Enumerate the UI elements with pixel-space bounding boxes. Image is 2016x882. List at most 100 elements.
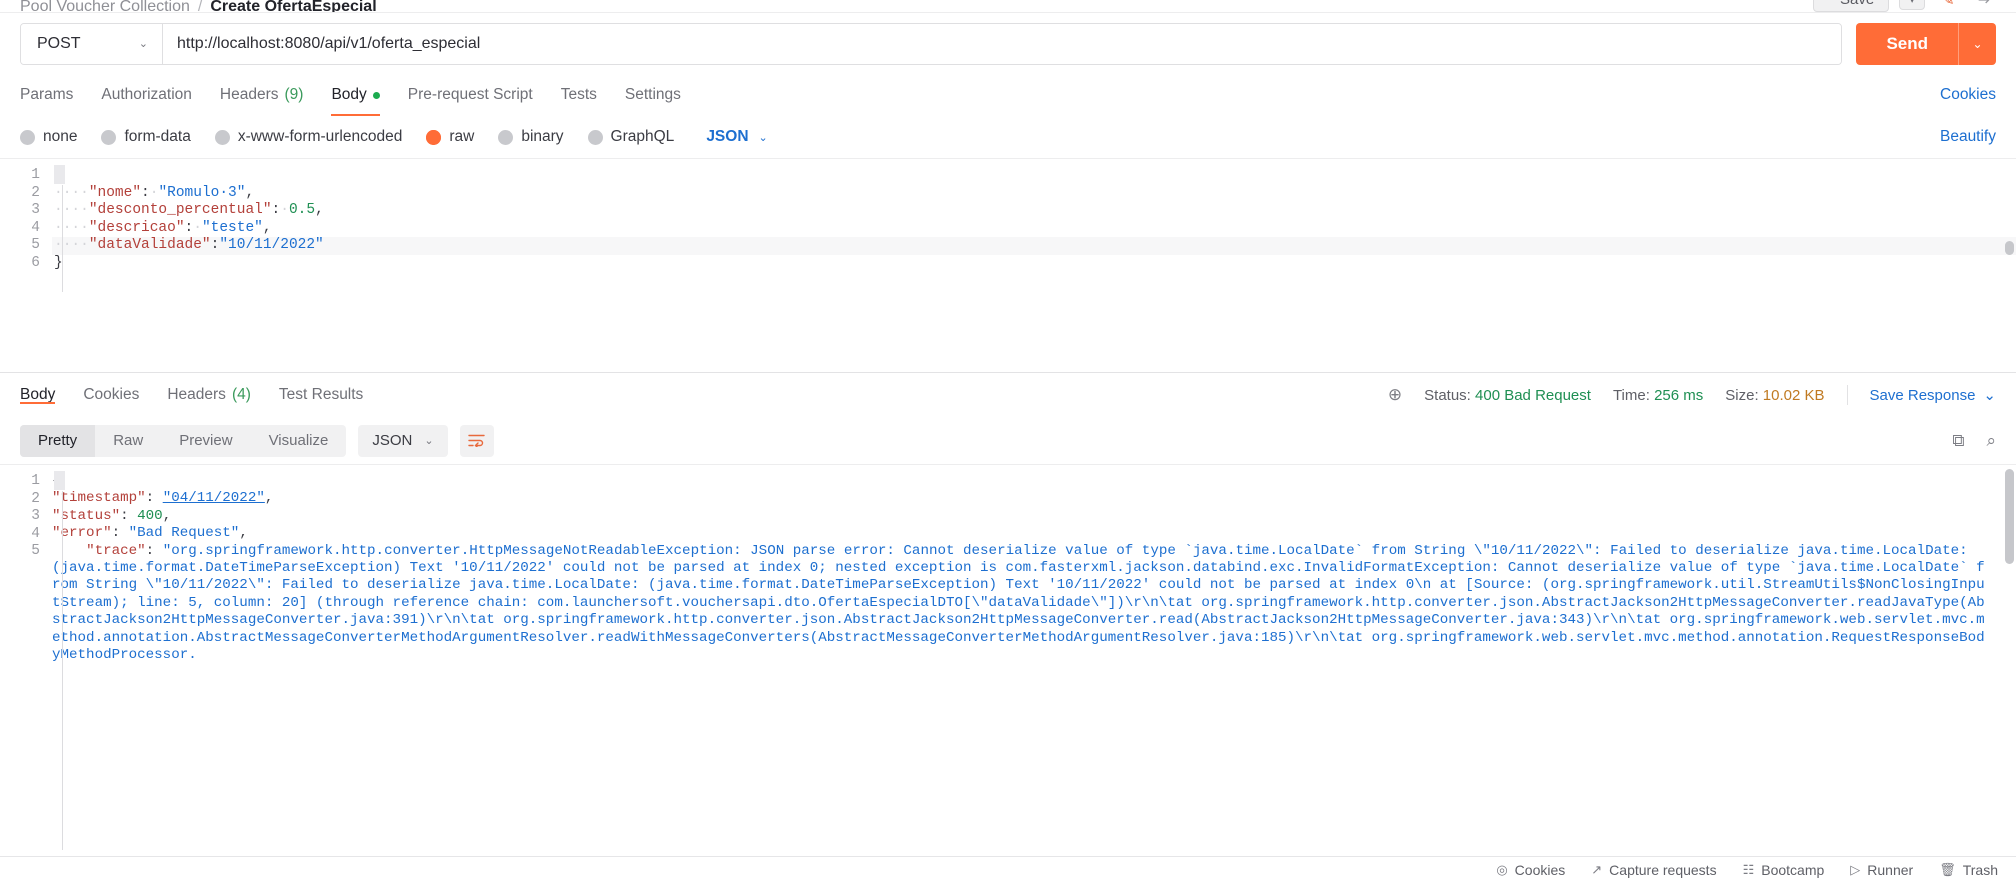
footer-trash[interactable]: 🗑 Trash [1939,862,1998,878]
request-editor-code[interactable]: {····"nome":·"Romulo·3",····"desconto_pe… [52,159,2016,372]
save-options-caret-icon[interactable]: ▾ [1899,0,1926,10]
code-token: "descricao" [88,219,185,236]
code-token: "Romulo·3" [158,184,246,201]
request-cookies-link[interactable]: Cookies [1940,74,1996,116]
code-token: 400 [137,507,163,524]
chevron-down-icon: ⌄ [758,131,768,144]
footer-bootcamp[interactable]: ☷ Bootcamp [1743,862,1825,878]
code-token: : [120,507,138,524]
footer-runner-label: Runner [1867,861,1914,878]
chevron-down-icon: ⌄ [424,435,434,447]
response-tab-cookies[interactable]: Cookies [69,386,153,404]
footer-capture-requests[interactable]: ↗ Capture requests [1591,862,1716,878]
save-response-button[interactable]: Save Response ⌄ [1869,386,1996,405]
size-stat: Size: 10.02 KB [1725,387,1824,404]
response-tab-test-results[interactable]: Test Results [265,386,377,404]
response-gutter: 12345 [0,465,52,856]
response-view-pretty[interactable]: Pretty [20,424,96,457]
response-format-select[interactable]: JSON ⌄ [358,424,448,457]
code-token: ···· [54,184,89,201]
beautify-button[interactable]: Beautify [1940,128,1996,146]
code-token: , [162,507,172,524]
code-token: "org.springframework.http.converter.Http… [52,542,1985,664]
tab-pre-request-script[interactable]: Pre-request Script [394,74,547,116]
footer-runner[interactable]: ▷ Runner [1850,862,1913,878]
response-view-preview[interactable]: Preview [161,425,250,457]
request-url-input[interactable] [163,23,1842,64]
share-icon[interactable]: ↪ [1971,0,1996,12]
tab-params[interactable]: Params [20,74,87,116]
time-value: 256 ms [1654,386,1704,404]
body-type-urlencoded[interactable]: x-www-form-urlencoded [214,128,403,146]
response-scrollbar[interactable] [2005,469,2014,564]
tab-body[interactable]: Body [317,74,393,116]
tab-authorization[interactable]: Authorization [87,74,205,116]
body-type-none[interactable]: none [20,128,77,146]
footer-cookies[interactable]: ◎ Cookies [1496,862,1565,878]
breadcrumb-current-request: Create OfertaEspecial [210,0,377,12]
http-method-select[interactable]: POST ⌄ [21,23,163,64]
size-label: Size: [1725,386,1759,404]
wrap-lines-icon [468,434,485,447]
request-body-editor[interactable]: 123456 {····"nome":·"Romulo·3",····"desc… [0,158,2016,373]
response-tab-cookies-label: Cookies [83,386,140,403]
tab-headers[interactable]: Headers (9) [206,74,318,116]
tab-tests[interactable]: Tests [547,74,611,116]
body-type-urlencoded-label: x-www-form-urlencoded [237,128,403,145]
postman-app-window: Pool Voucher Collection / Create OfertaE… [0,0,2016,882]
body-type-graphql[interactable]: GraphQL [587,128,674,146]
body-format-select[interactable]: JSON ⌄ [706,128,767,146]
code-token: 0.5 [288,202,316,219]
code-line: ····"dataValidade":"10/11/2022" [52,237,2016,255]
response-tab-headers[interactable]: Headers (4) [153,386,265,404]
bootcamp-icon: ☷ [1742,861,1755,877]
body-type-raw[interactable]: raw [426,128,474,146]
response-body-viewer[interactable]: 12345 { "timestamp": "04/11/2022", "stat… [0,465,2016,856]
radio-icon [587,129,603,145]
copy-icon[interactable]: ⧉ [1952,431,1964,451]
comment-icon[interactable]: ✎ [1935,0,1960,12]
request-editor-scrollbar[interactable] [2005,241,2014,255]
meta-divider [1846,385,1848,405]
footer-bootcamp-label: Bootcamp [1761,861,1825,878]
code-token: "04/11/2022" [162,490,265,507]
breadcrumb-separator: / [197,0,203,12]
request-tab-bar: Params Authorization Headers (9) Body Pr… [0,74,2016,116]
code-token: "error" [52,525,112,542]
code-token: , [264,490,274,507]
response-code-line: "trace": "org.springframework.http.conve… [52,543,1988,665]
send-options-caret-icon[interactable]: ⌄ [1958,22,1996,65]
response-code[interactable]: { "timestamp": "04/11/2022", "status": 4… [52,465,2016,856]
save-response-label: Save Response [1869,386,1976,404]
response-view-raw[interactable]: Raw [95,425,161,457]
code-token: "teste" [201,219,263,236]
indent-guide [62,185,63,292]
response-view-visualize[interactable]: Visualize [251,425,347,457]
time-label: Time: [1612,386,1650,404]
body-type-binary[interactable]: binary [498,128,564,146]
tab-settings[interactable]: Settings [611,74,695,116]
globe-icon: ⊕ [1387,385,1403,404]
response-code-line: "error": "Bad Request", [52,525,1988,542]
send-button[interactable]: Send [1856,22,1958,65]
radio-icon [101,129,117,145]
line-number: 4 [31,219,40,236]
save-request-button[interactable]: Save [1812,0,1890,12]
radio-icon [214,129,230,145]
line-number: 1 [31,167,40,183]
response-tab-body[interactable]: Body [20,386,69,404]
code-token: "Bad Request" [128,525,240,542]
status-badge: Status: 400 Bad Request [1424,387,1591,404]
status-bar: ◎ Cookies ↗ Capture requests ☷ Bootcamp … [0,856,2016,882]
search-icon[interactable]: ⌕ [1986,431,1996,451]
code-token: ···· [54,237,89,254]
body-type-form-data[interactable]: form-data [101,128,191,146]
breadcrumb-collection[interactable]: Pool Voucher Collection [20,0,190,12]
code-token: , [245,184,255,201]
code-line: ····"desconto_percentual":·0.5, [52,202,2016,220]
send-button-group: Send ⌄ [1856,22,1996,65]
radio-icon [20,129,35,145]
word-wrap-toggle-icon[interactable] [459,424,494,457]
response-tab-headers-label: Headers [167,386,226,403]
code-token: "10/11/2022" [219,237,324,254]
